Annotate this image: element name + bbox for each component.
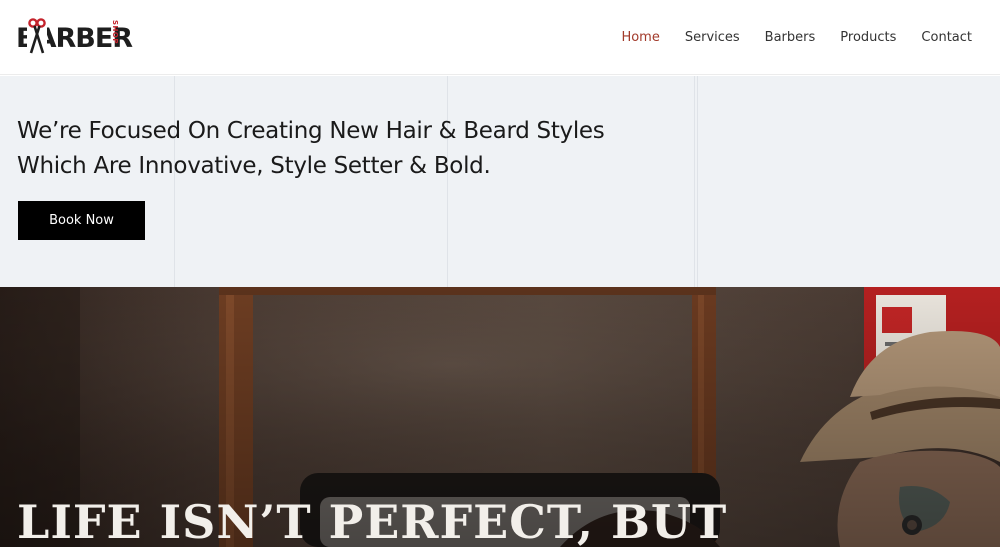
barbershop-photo-section: LIFE ISN’T PERFECT, BUT [0,287,1000,547]
book-now-button[interactable]: Book Now [18,201,145,240]
nav-products[interactable]: Products [840,26,896,50]
nav-barbers[interactable]: Barbers [765,26,816,50]
nav-services[interactable]: Services [685,26,740,50]
scissors-icon [27,18,47,56]
logo-subtitle: SHOP [111,20,119,44]
site-header: BARBER SHOP Home Services Barbers Produc… [0,0,1000,75]
main-nav: Home Services Barbers Products Contact [621,26,972,50]
hero-tagline: We’re Focused On Creating New Hair & Bea… [17,114,717,184]
hero-tagline-line-2: Which Are Innovative, Style Setter & Bol… [17,153,491,179]
hero-banner: We’re Focused On Creating New Hair & Bea… [0,76,1000,287]
brand-logo[interactable]: BARBER SHOP [16,18,133,60]
nav-home[interactable]: Home [621,26,659,50]
nav-contact[interactable]: Contact [921,26,972,50]
photo-headline: LIFE ISN’T PERFECT, BUT [17,495,728,547]
hero-tagline-line-1: We’re Focused On Creating New Hair & Bea… [17,118,605,144]
